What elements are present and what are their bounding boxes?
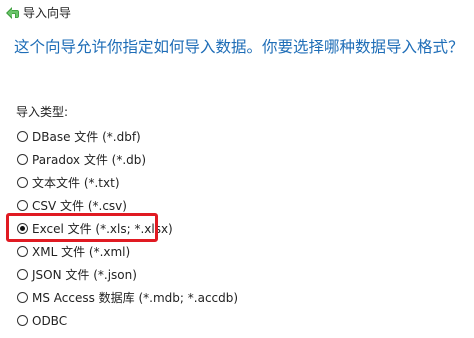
option-label: DBase 文件 (*.dbf) (32, 129, 141, 144)
option-excel[interactable]: Excel 文件 (*.xls; *.xlsx) (17, 217, 457, 240)
radio-button-selected[interactable] (17, 223, 28, 234)
radio-button[interactable] (17, 131, 28, 142)
option-dbase[interactable]: DBase 文件 (*.dbf) (17, 125, 457, 148)
option-ms-access[interactable]: MS Access 数据库 (*.mdb; *.accdb) (17, 286, 457, 309)
wizard-title: 导入向导 (23, 6, 72, 20)
import-type-options: DBase 文件 (*.dbf) Paradox 文件 (*.db) 文本文件 … (17, 125, 457, 332)
back-arrow-icon[interactable] (4, 5, 20, 21)
option-label: XML 文件 (*.xml) (32, 244, 131, 259)
radio-button[interactable] (17, 246, 28, 257)
option-text[interactable]: 文本文件 (*.txt) (17, 171, 457, 194)
option-json[interactable]: JSON 文件 (*.json) (17, 263, 457, 286)
option-paradox[interactable]: Paradox 文件 (*.db) (17, 148, 457, 171)
option-label: ODBC (32, 313, 68, 328)
option-label: Paradox 文件 (*.db) (32, 152, 147, 167)
radio-button[interactable] (17, 177, 28, 188)
radio-button[interactable] (17, 200, 28, 211)
import-type-label: 导入类型: (16, 105, 69, 119)
radio-button[interactable] (17, 154, 28, 165)
option-label: 文本文件 (*.txt) (32, 175, 120, 190)
radio-button[interactable] (17, 269, 28, 280)
radio-button[interactable] (17, 315, 28, 326)
radio-button[interactable] (17, 292, 28, 303)
wizard-titlebar: 导入向导 (0, 0, 474, 26)
option-label: JSON 文件 (*.json) (32, 267, 137, 282)
option-label: MS Access 数据库 (*.mdb; *.accdb) (32, 290, 239, 305)
option-xml[interactable]: XML 文件 (*.xml) (17, 240, 457, 263)
option-odbc[interactable]: ODBC (17, 309, 457, 332)
option-csv[interactable]: CSV 文件 (*.csv) (17, 194, 457, 217)
instruction-text: 这个向导允许你指定如何导入数据。你要选择哪种数据导入格式？ (14, 38, 464, 56)
option-label: Excel 文件 (*.xls; *.xlsx) (32, 221, 173, 236)
option-label: CSV 文件 (*.csv) (32, 198, 127, 213)
